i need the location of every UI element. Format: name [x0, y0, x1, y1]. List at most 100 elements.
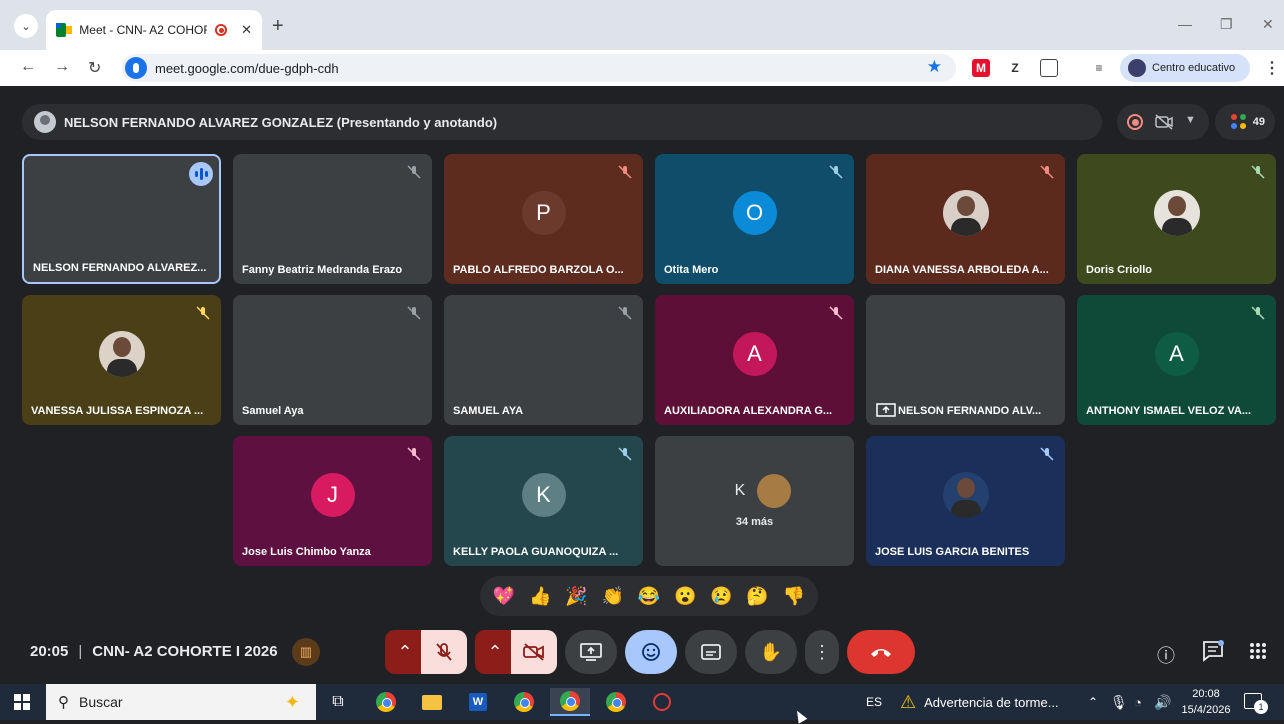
extension-m-icon[interactable]: M [972, 59, 990, 77]
activities-grid-icon[interactable] [1249, 642, 1267, 660]
present-screen-icon [580, 643, 602, 661]
reaction-thumbs-down[interactable]: 👎 [783, 586, 805, 607]
chrome-taskbar-icon[interactable] [366, 688, 406, 716]
active-tab[interactable]: Meet - CNN- A2 COHORTE ✕ [46, 10, 262, 50]
participant-tile[interactable]: DIANA VANESSA ARBOLEDA A... [866, 154, 1065, 284]
new-tab-button[interactable]: + [272, 16, 284, 36]
browser-menu-icon[interactable]: ⋮ [1264, 58, 1280, 78]
video-options-button[interactable]: ⌃ [475, 630, 515, 674]
reload-icon[interactable]: ↻ [88, 58, 101, 78]
chrome-profile-taskbar-icon[interactable] [596, 688, 636, 716]
profile-chip[interactable]: Centro educativo [1120, 54, 1250, 82]
participant-tile[interactable]: A AUXILIADORA ALEXANDRA G... [655, 295, 854, 425]
tab-search-button[interactable]: ⌄ [14, 14, 38, 38]
reactions-button[interactable] [625, 630, 677, 674]
raise-hand-button[interactable]: ✋ [745, 630, 797, 674]
volume-icon[interactable]: 🔊 [1154, 684, 1171, 720]
windows-taskbar: ⚲ Buscar ✦ ⧉ W ES ⚠ Advertencia de torme… [0, 684, 1284, 720]
task-view-icon[interactable]: ⧉ [318, 688, 358, 716]
reaction-surprised[interactable]: 😮 [674, 586, 696, 607]
search-placeholder: Buscar [79, 694, 123, 710]
captions-button[interactable] [685, 630, 737, 674]
muted-mic-icon [407, 447, 421, 461]
reaction-sad[interactable]: 😢 [710, 586, 732, 607]
participant-name: Doris Criollo [1086, 264, 1153, 276]
windows-start-icon[interactable] [14, 694, 30, 710]
clock-time: 20:08 [1192, 688, 1220, 700]
file-explorer-icon[interactable] [412, 688, 452, 716]
wifi-icon[interactable]: ◔ [1134, 684, 1142, 720]
participant-tile[interactable]: NELSON FERNANDO ALV... [866, 295, 1065, 425]
participant-tile[interactable]: JOSE LUIS GARCIA BENITES [866, 436, 1065, 566]
reaction-party[interactable]: 🎉 [565, 586, 587, 607]
back-icon[interactable]: ← [20, 58, 36, 76]
participant-tile[interactable]: NELSON FERNANDO ALVAREZ... [22, 154, 221, 284]
taskbar-clock[interactable]: 20:08 15/4/2026 [1178, 686, 1234, 718]
participants-button[interactable]: 49 [1215, 104, 1275, 140]
microphone-tray-icon[interactable]: 🎙 [1110, 684, 1128, 720]
participant-tile[interactable]: P PABLO ALFREDO BARZOLA O... [444, 154, 643, 284]
participant-tile[interactable]: O Otita Mero [655, 154, 854, 284]
address-bar[interactable]: meet.google.com/due-gdph-cdh ★ [122, 54, 956, 82]
more-options-button[interactable]: ⋮ [805, 630, 839, 674]
chat-icon[interactable] [1202, 640, 1224, 662]
participant-tile[interactable]: Doris Criollo [1077, 154, 1276, 284]
bookmark-star-icon[interactable]: ★ [927, 57, 942, 77]
weather-widget[interactable]: ⚠ Advertencia de torme... [900, 684, 1059, 720]
host-controls-icon[interactable]: ▥ [292, 638, 320, 666]
participant-tile[interactable]: SAMUEL AYA [444, 295, 643, 425]
participant-tile[interactable]: Samuel Aya [233, 295, 432, 425]
search-icon: ⚲ [58, 694, 69, 711]
more-participants-count: 34 más [735, 516, 774, 528]
participant-tile[interactable]: A ANTHONY ISMAEL VELOZ VA... [1077, 295, 1276, 425]
weather-text: Advertencia de torme... [924, 694, 1059, 710]
participant-name: Samuel Aya [242, 405, 304, 417]
microphone-permission-icon[interactable] [125, 57, 147, 79]
participant-tile[interactable]: VANESSA JULISSA ESPINOZA ... [22, 295, 221, 425]
mic-off-icon [436, 643, 452, 661]
camera-off-icon[interactable] [1155, 114, 1173, 130]
participant-tile[interactable]: K KELLY PAOLA GUANOQUIZA ... [444, 436, 643, 566]
chevron-down-icon[interactable]: ▼ [1185, 114, 1196, 126]
show-hidden-icons[interactable]: ⌃ [1088, 684, 1098, 720]
notification-badge: 1 [1254, 700, 1268, 714]
minimize-icon[interactable]: — [1178, 16, 1192, 32]
extension-z-icon[interactable]: Z [1006, 59, 1024, 77]
language-indicator[interactable]: ES [866, 684, 882, 720]
microphone-toggle-button[interactable] [421, 630, 467, 674]
muted-mic-icon [1040, 165, 1054, 179]
close-tab-icon[interactable]: ✕ [241, 22, 252, 38]
participant-tile[interactable]: J Jose Luis Chimbo Yanza [233, 436, 432, 566]
raise-hand-icon: ✋ [759, 641, 783, 662]
chrome-active-taskbar-icon[interactable] [550, 688, 590, 716]
extensions-puzzle-icon[interactable] [1040, 59, 1058, 77]
more-participants-tile[interactable]: K 34 más [655, 436, 854, 566]
word-icon[interactable]: W [458, 688, 498, 716]
restore-icon[interactable]: ❐ [1220, 16, 1233, 33]
participant-name: Otita Mero [664, 264, 719, 276]
presenter-avatar [34, 111, 56, 133]
speaking-indicator-icon [189, 162, 213, 186]
recording-icon[interactable] [1127, 114, 1143, 130]
meeting-details-icon[interactable]: ⓘ [1157, 642, 1175, 668]
camera-toggle-button[interactable] [511, 630, 557, 674]
meeting-time: 20:05 [30, 643, 69, 660]
reaction-thumbs-up[interactable]: 👍 [529, 586, 551, 607]
forward-icon[interactable]: → [54, 58, 70, 76]
media-control-icon[interactable]: ≡ [1090, 59, 1108, 77]
participant-name: Jose Luis Chimbo Yanza [242, 546, 371, 558]
chrome-taskbar-icon[interactable] [504, 688, 544, 716]
taskbar-search[interactable]: ⚲ Buscar ✦ [46, 684, 316, 720]
participant-tile[interactable]: Fanny Beatriz Medranda Erazo [233, 154, 432, 284]
audio-options-button[interactable]: ⌃ [385, 630, 425, 674]
meeting-control-bar: 20:05 | CNN- A2 COHORTE I 2026 ▥ ⌃ ⌃ ✋ ⋮… [0, 626, 1284, 684]
close-window-icon[interactable]: ✕ [1262, 16, 1274, 33]
reaction-clap[interactable]: 👏 [602, 586, 624, 607]
reaction-thinking[interactable]: 🤔 [746, 586, 768, 607]
present-screen-button[interactable] [565, 630, 617, 674]
leave-call-button[interactable] [847, 630, 915, 674]
snipping-tool-icon[interactable] [642, 688, 682, 716]
participant-name: KELLY PAOLA GUANOQUIZA ... [453, 546, 619, 558]
reaction-heart[interactable]: 💖 [493, 586, 515, 607]
reaction-laugh[interactable]: 😂 [638, 586, 660, 607]
